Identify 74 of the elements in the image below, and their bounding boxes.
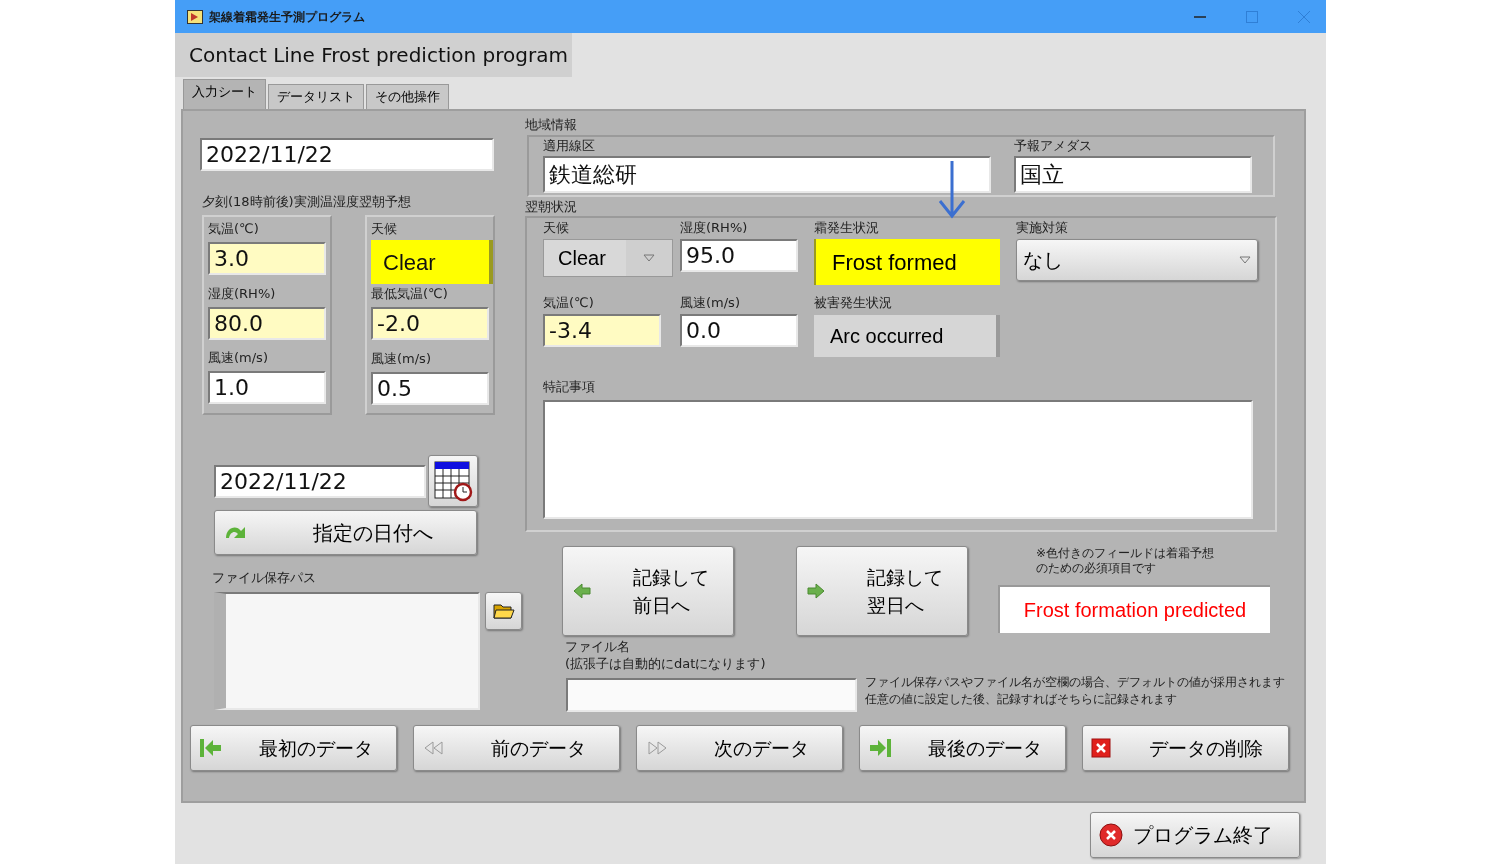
required-note: ※色付きのフィールドは着霜予想 のための必須項目です [1036,546,1216,576]
field-label: 夕刻(18時前後)実測温湿度翌朝予想 [202,194,412,210]
right-arrow-icon [805,581,827,601]
field-label: 風速(m/s) [371,350,432,367]
input-field[interactable]: 3.0 [208,242,326,275]
input-field[interactable]: -3.4 [543,314,661,347]
file-name-label: ファイル名 (拡張子は自動的にdatになります) [565,638,767,672]
skip-forward-icon [868,737,892,759]
calendar-button[interactable] [428,455,478,507]
record-previous-button[interactable]: 記録して 前日へ [562,546,734,636]
left-arrow-icon [571,581,593,601]
close-icon [1099,823,1123,847]
program-heading: Contact Line Frost prediction program [175,33,572,77]
delete-icon [1091,738,1111,758]
folder-icon [492,603,515,619]
measure-dropdown[interactable]: なし [1016,239,1258,281]
field-label: ファイル保存パス [212,570,317,586]
field-label: 天候 [371,221,398,237]
input-field[interactable]: 2022/11/22 [214,464,426,498]
input-field[interactable]: 95.0 [680,239,798,272]
input-field[interactable]: 鉄道総研 [543,156,991,193]
field-label: 気温(℃) [543,295,595,311]
field-label: 適用線区 [543,138,596,154]
app-icon [187,9,203,24]
field-label: 実施対策 [1016,220,1069,236]
tab[interactable]: データリスト [268,84,364,109]
input-field[interactable]: 0.5 [371,371,489,405]
nav-button[interactable]: 最後のデータ [859,725,1066,771]
field-label: 風速(m/s) [208,350,269,367]
path-field[interactable] [214,592,480,710]
field-label: 天候 [543,220,570,236]
field-label: 特記事項 [543,379,596,395]
field-label: 湿度(RH%) [680,220,749,236]
field-label: 霜発生状況 [814,220,880,236]
skip-back-icon [199,737,223,759]
fast-forward-icon [645,741,669,755]
record-next-button[interactable]: 記録して 翌日へ [796,546,968,636]
input-field[interactable]: -2.0 [371,307,489,340]
weather-indicator: Clear [371,240,493,284]
input-field[interactable]: 80.0 [208,306,326,340]
input-field[interactable]: 2022/11/22 [200,138,494,171]
nav-button[interactable]: 次のデータ [636,725,843,771]
tab[interactable]: 入力シート [183,79,266,109]
default-note: ファイル保存パスやファイル名が空欄の場合、デフォルトの値が採用されます 任意の値に設定した後、記録すればそちらに記録されます [865,674,1285,708]
weather-dropdown[interactable]: Clear [543,239,673,277]
field-label: 地域情報 [525,117,578,133]
dropdown-arrow-icon [1239,256,1251,264]
damage-status: Arc occurred [814,315,1000,357]
file-name-field[interactable] [566,678,857,712]
prediction-indicator: Frost formation predicted [998,585,1270,633]
window-title: 架線着霜発生予測プログラム [209,8,365,26]
go-to-date-button[interactable]: 指定の日付へ [214,510,477,555]
field-label: 風速(m/s) [680,295,741,311]
field-label: 翌朝状況 [525,199,578,215]
input-field[interactable]: 1.0 [208,371,326,405]
input-field[interactable]: 0.0 [680,314,798,347]
browse-button[interactable] [485,592,522,630]
field-label: 予報アメダス [1014,138,1093,154]
notes-field[interactable] [543,400,1253,519]
nav-button[interactable]: 前のデータ [413,725,620,771]
dropdown-arrow-icon [643,254,655,262]
frost-status: Frost formed [814,239,1000,285]
field-label: 被害発生状況 [814,295,893,311]
field-label: 最低気温(℃) [371,286,449,302]
field-label: 湿度(RH%) [208,285,277,302]
calendar-icon [433,460,473,502]
rewind-icon [422,741,446,755]
input-field[interactable]: 国立 [1014,156,1252,193]
nav-button[interactable]: データの削除 [1082,725,1289,771]
arrow-icon [938,161,966,219]
quit-button[interactable]: プログラム終了 [1090,812,1300,858]
tab[interactable]: その他操作 [366,84,449,109]
nav-button[interactable]: 最初のデータ [190,725,397,771]
field-label: 気温(℃) [208,221,260,237]
